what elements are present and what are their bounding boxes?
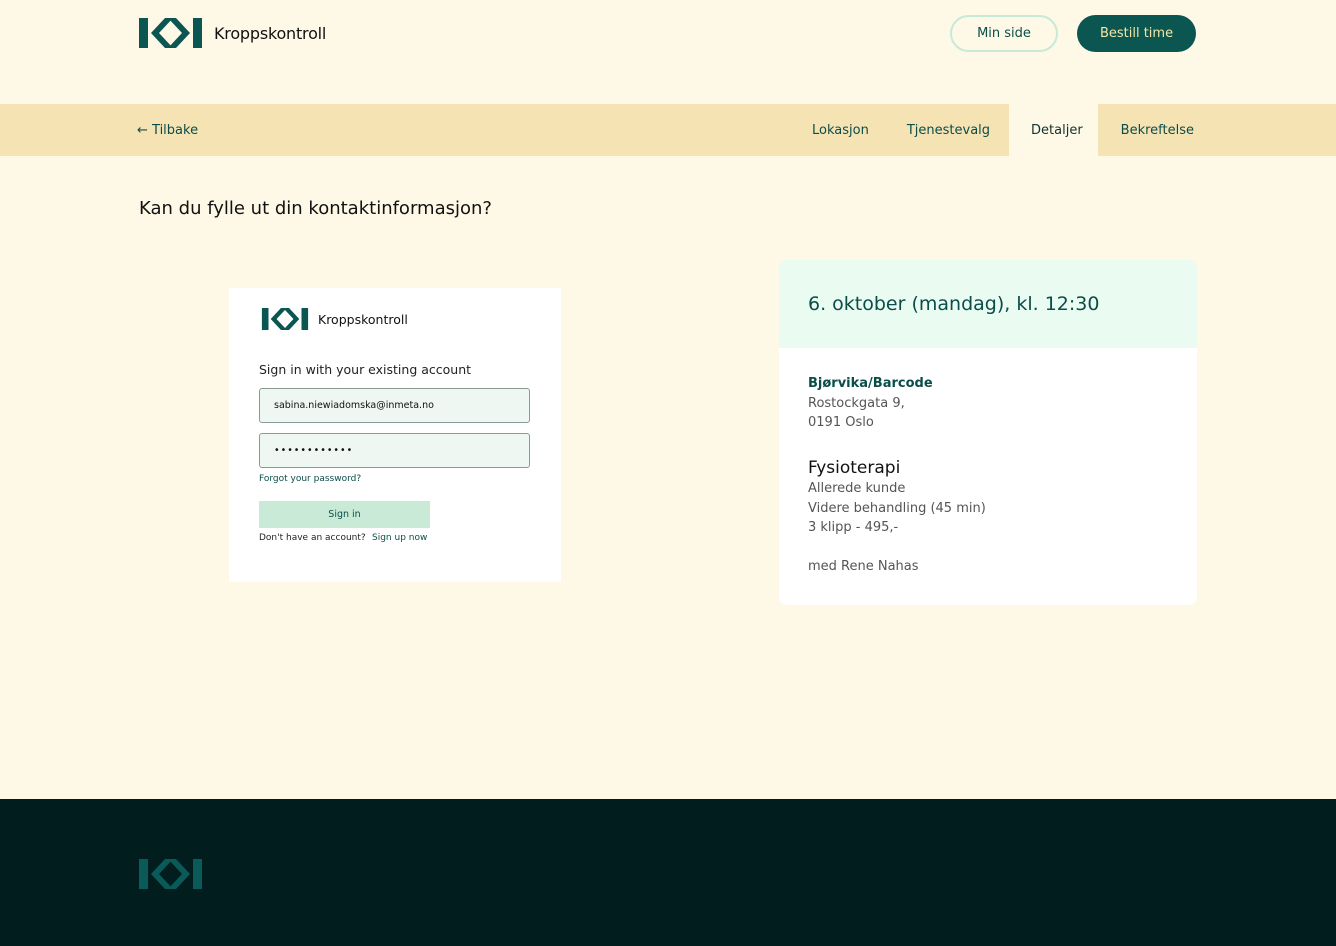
service-name: Fysioterapi — [808, 458, 901, 478]
step-bekreftelse[interactable]: Bekreftelse — [1098, 104, 1196, 156]
back-link[interactable]: ← Tilbake — [137, 104, 198, 156]
step-detaljer[interactable]: Detaljer — [1009, 104, 1098, 156]
brand-name: Kroppskontroll — [214, 23, 327, 43]
page-question: Kan du fylle ut din kontaktinformasjon? — [139, 198, 492, 219]
min-side-button[interactable]: Min side — [950, 15, 1058, 52]
steps: Lokasjon Tjenestevalg Detaljer Bekreftel… — [793, 104, 1196, 156]
sign-in-button[interactable]: Sign in — [259, 501, 430, 528]
address-line-2: 0191 Oslo — [808, 415, 874, 430]
login-brand: Kroppskontroll — [261, 308, 408, 330]
location-name: Bjørvika/Barcode — [808, 376, 933, 391]
bestill-time-button[interactable]: Bestill time — [1077, 15, 1196, 52]
price: 3 klipp - 495,- — [808, 520, 899, 535]
kk-logo-icon — [139, 18, 202, 48]
password-input[interactable]: •••••••••••• — [259, 433, 530, 468]
sign-up-link[interactable]: Sign up now — [372, 533, 427, 543]
login-brand-name: Kroppskontroll — [318, 311, 408, 327]
kk-logo-icon — [139, 859, 202, 889]
no-account-text: Don't have an account? — [259, 533, 366, 543]
brand[interactable]: Kroppskontroll — [139, 18, 326, 48]
therapist: med Rene Nahas — [808, 559, 919, 574]
booking-summary-card: 6. oktober (mandag), kl. 12:30 Bjørvika/… — [779, 260, 1197, 605]
site-header: Kroppskontroll Min side Bestill time — [0, 0, 1336, 104]
kk-logo-icon — [261, 308, 309, 330]
treatment: Videre behandling (45 min) — [808, 501, 986, 516]
login-heading: Sign in with your existing account — [259, 362, 472, 377]
step-tjenestevalg[interactable]: Tjenestevalg — [888, 104, 1009, 156]
step-navigation: ← Tilbake Lokasjon Tjenestevalg Detaljer… — [0, 104, 1336, 156]
step-lokasjon[interactable]: Lokasjon — [793, 104, 888, 156]
login-card: Kroppskontroll Sign in with your existin… — [229, 288, 561, 582]
site-footer — [0, 799, 1336, 946]
booking-datetime: 6. oktober (mandag), kl. 12:30 — [779, 260, 1197, 348]
forgot-password-link[interactable]: Forgot your password? — [259, 474, 361, 484]
email-input[interactable]: sabina.niewiadomska@inmeta.no — [259, 388, 530, 423]
address-line-1: Rostockgata 9, — [808, 396, 905, 411]
customer-type: Allerede kunde — [808, 481, 906, 496]
